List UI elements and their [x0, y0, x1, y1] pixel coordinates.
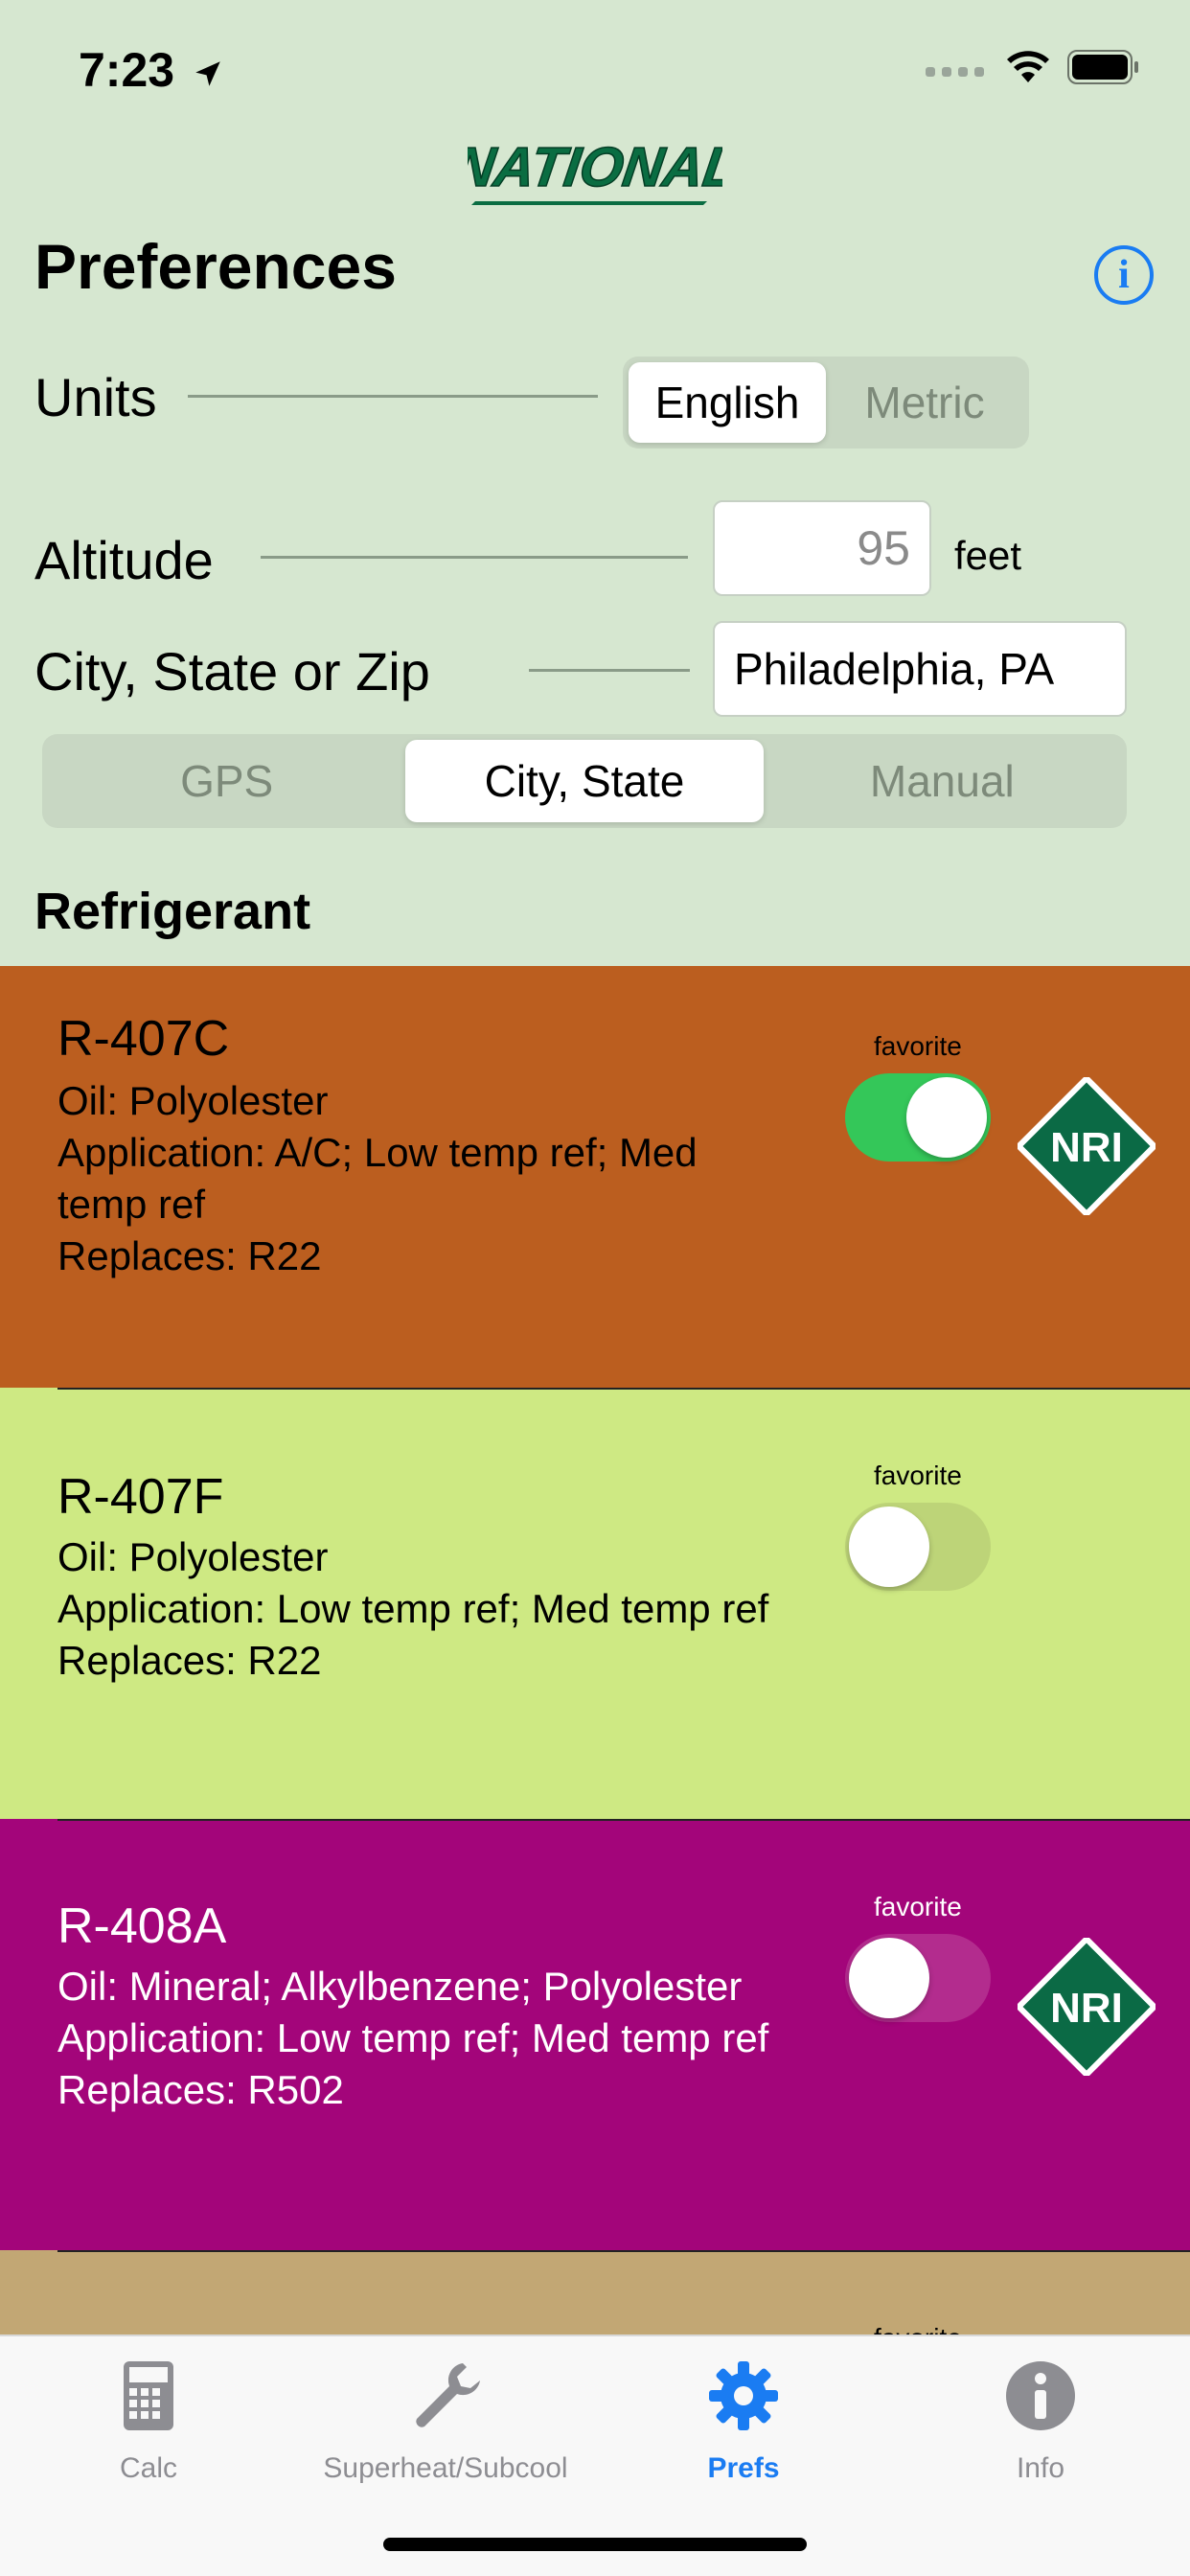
info-icon: i	[1118, 253, 1130, 297]
refrigerant-replaces: Replaces: R502	[57, 2067, 344, 2112]
wifi-icon	[1007, 51, 1049, 82]
units-segmented-control: English Metric	[623, 356, 1029, 448]
units-leader	[188, 395, 598, 398]
favorite-toggle[interactable]	[845, 1934, 991, 2022]
wrench-icon	[416, 2363, 480, 2427]
tab-prefs[interactable]: Prefs	[600, 2358, 887, 2485]
favorite-toggle[interactable]	[845, 1503, 991, 1591]
card-separator	[57, 1819, 1190, 1821]
refrigerant-replaces: Replaces: R22	[57, 1638, 322, 1683]
location-mode-gps[interactable]: GPS	[48, 740, 405, 822]
refrigerant-application: Application: A/C; Low temp ref; Med temp…	[57, 1130, 698, 1227]
refrigerant-oil: Oil: Polyolester	[57, 1078, 329, 1123]
refrigerant-name: R-407F	[57, 1469, 224, 1525]
calculator-icon	[124, 2361, 173, 2430]
nri-logo: NRI	[1018, 1077, 1156, 1215]
info-button[interactable]: i	[1094, 245, 1154, 305]
nri-logo: NRI	[1018, 1938, 1156, 2076]
status-time: 7:23	[79, 42, 224, 98]
refrigerant-card-r408a[interactable]: R-408A Oil: Mineral; Alkylbenzene; Polyo…	[0, 1819, 1190, 2250]
refrigerant-oil: Oil: Mineral; Alkylbenzene; Polyolester	[57, 1964, 743, 2009]
location-mode-segmented-control: GPS City, State Manual	[42, 734, 1127, 828]
location-mode-city-state[interactable]: City, State	[405, 740, 764, 822]
refrigerant-application: Application: Low temp ref; Med temp ref	[57, 1586, 769, 1631]
tab-calc[interactable]: Calc	[5, 2358, 292, 2485]
favorite-label: favorite	[874, 1892, 962, 1921]
info-icon	[1006, 2361, 1075, 2430]
units-option-metric[interactable]: Metric	[826, 362, 1023, 443]
altitude-input[interactable]: 95	[713, 500, 931, 596]
battery-icon	[1067, 50, 1138, 84]
nri-logo-text: NRI	[1050, 1985, 1123, 2032]
tab-superheat-subcool[interactable]: Superheat/Subcool	[302, 2358, 589, 2485]
card-separator	[57, 2250, 1190, 2252]
location-value: Philadelphia, PA	[734, 644, 1055, 694]
altitude-unit: feet	[954, 533, 1022, 578]
location-arrow-icon	[195, 61, 220, 86]
favorite-toggle[interactable]	[845, 1073, 991, 1162]
tab-label: Prefs	[707, 2452, 780, 2484]
tab-label: Info	[1016, 2452, 1065, 2484]
status-time-text: 7:23	[79, 43, 175, 97]
refrigerant-replaces: Replaces: R22	[57, 1233, 322, 1278]
refrigerant-card-partial[interactable]: favorite	[0, 2250, 1190, 2334]
refrigerant-oil: Oil: Polyolester	[57, 1534, 329, 1579]
location-mode-manual[interactable]: Manual	[764, 740, 1121, 822]
altitude-label: Altitude	[34, 530, 214, 590]
refrigerant-name: R-407C	[57, 1011, 230, 1067]
refrigerant-card-r407c[interactable]: R-407C Oil: Polyolester Application: A/C…	[0, 966, 1190, 1388]
location-leader	[529, 669, 690, 672]
national-logo: NATIONAL	[468, 136, 722, 205]
tab-label: Superheat/Subcool	[323, 2452, 568, 2484]
page-title: Preferences	[34, 231, 397, 302]
refrigerant-application: Application: Low temp ref; Med temp ref	[57, 2015, 769, 2060]
units-option-english[interactable]: English	[629, 362, 826, 443]
toggle-knob	[849, 1506, 929, 1587]
altitude-leader	[261, 556, 688, 559]
favorite-label: favorite	[874, 1031, 962, 1061]
home-indicator	[383, 2538, 807, 2551]
location-input[interactable]: Philadelphia, PA	[713, 621, 1127, 717]
logo-text: NATIONAL	[468, 136, 722, 198]
gear-icon	[709, 2361, 778, 2430]
altitude-value: 95	[857, 521, 910, 575]
toggle-knob	[906, 1077, 987, 1158]
location-label: City, State or Zip	[34, 641, 430, 702]
favorite-label: favorite	[874, 1460, 962, 1490]
status-indicators	[926, 50, 1140, 84]
refrigerant-section-title: Refrigerant	[34, 883, 311, 940]
cellular-signal-icon	[926, 67, 984, 77]
units-label: Units	[34, 367, 157, 427]
tab-label: Calc	[119, 2452, 177, 2484]
nri-logo-text: NRI	[1050, 1124, 1123, 1171]
card-separator	[57, 1388, 1190, 1390]
refrigerant-card-r407f[interactable]: R-407F Oil: Polyolester Application: Low…	[0, 1388, 1190, 1819]
toggle-knob	[849, 1938, 929, 2018]
tab-info[interactable]: Info	[897, 2358, 1184, 2485]
favorite-label: favorite	[874, 2323, 962, 2334]
refrigerant-name: R-408A	[57, 1898, 227, 1954]
